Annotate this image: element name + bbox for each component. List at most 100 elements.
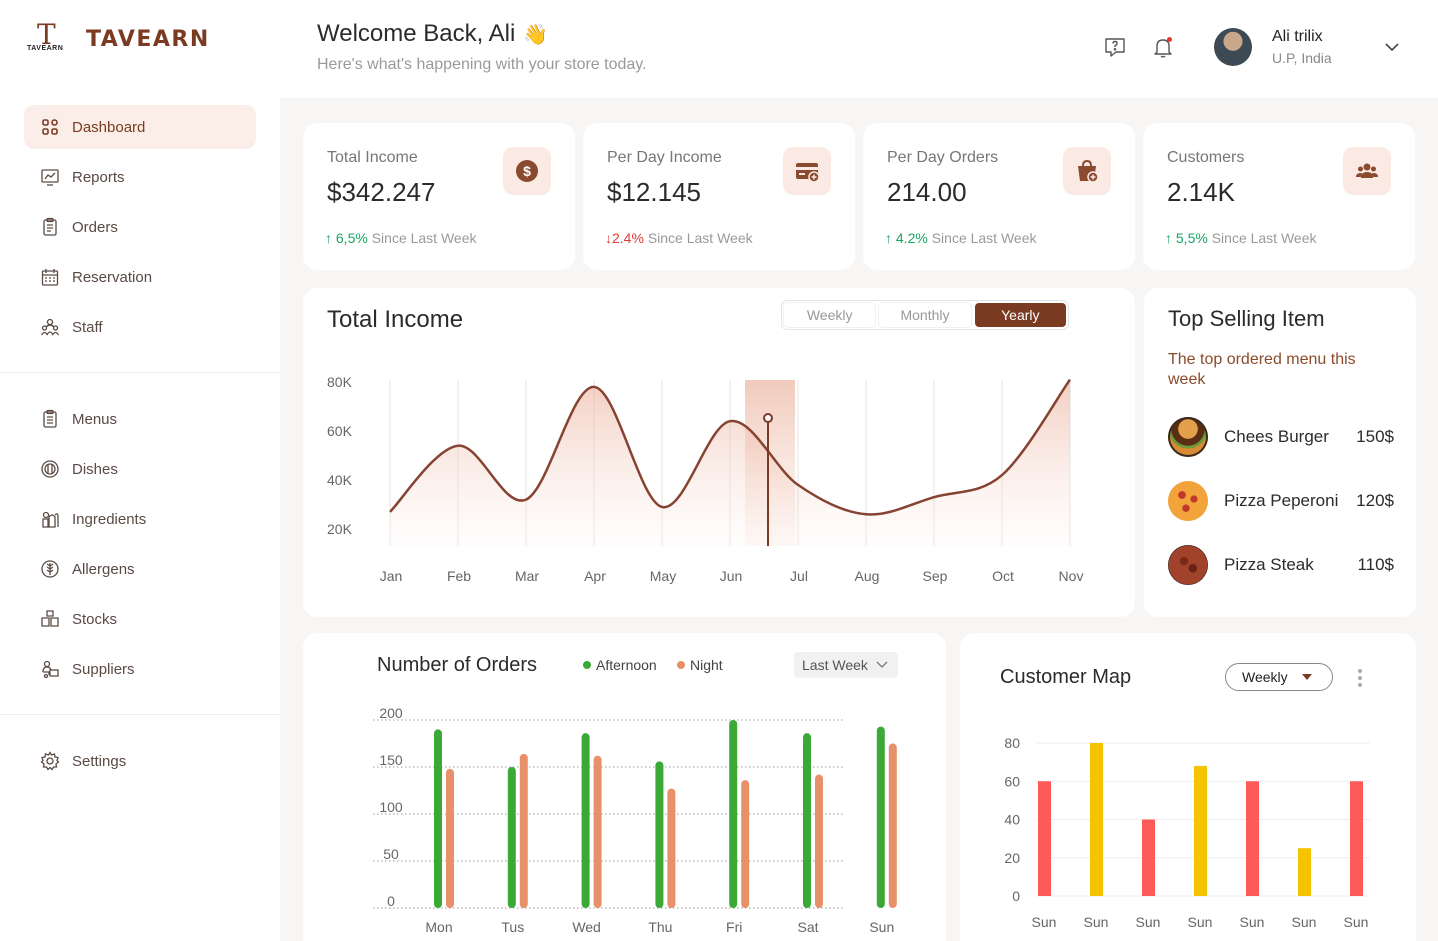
help-chat-icon[interactable] [1102, 34, 1128, 60]
sidebar-item-label: Staff [72, 318, 103, 336]
staff-icon [40, 317, 60, 337]
sidebar-item-stocks[interactable]: Stocks [24, 597, 256, 641]
sidebar-item-ingredients[interactable]: Ingredients [24, 497, 256, 541]
y-tick-label: 60K [327, 423, 353, 439]
nav-settings: Settings [24, 739, 256, 789]
night-bar [815, 774, 823, 908]
brand-logo[interactable]: T TAVEARN TAVEARN [27, 18, 210, 56]
stat-change: ↑ 4.2% Since Last Week [885, 230, 1037, 246]
stat-change-note: Since Last Week [371, 230, 477, 246]
sidebar: T TAVEARN TAVEARN Dashboard Reports Orde… [0, 0, 280, 941]
sidebar-item-reports[interactable]: Reports [24, 155, 256, 199]
item-price: 120$ [1356, 491, 1394, 510]
allergens-icon [40, 559, 60, 579]
stat-change-value: 6,5% [335, 230, 368, 246]
afternoon-bar [581, 733, 590, 908]
pizza-steak-image [1168, 545, 1208, 585]
stat-card-total-income: Total Income $342.247 ↑ 6,5% Since Last … [303, 123, 575, 270]
customer-bar [1246, 781, 1259, 896]
stat-value: $12.145 [607, 177, 701, 207]
y-tick-label: 50 [383, 846, 399, 862]
night-bar [593, 755, 602, 908]
sidebar-item-label: Dashboard [72, 118, 146, 136]
x-tick-label: Oct [992, 568, 1014, 584]
night-bar [446, 768, 454, 908]
customer-bar [1142, 819, 1155, 896]
bell-icon[interactable] [1150, 34, 1176, 60]
x-tick-label: Sun [1032, 914, 1057, 930]
x-tick-label: Sun [1240, 914, 1265, 930]
sidebar-item-dishes[interactable]: Dishes [24, 447, 256, 491]
x-tick-label: Mar [515, 568, 539, 584]
avatar[interactable] [1214, 28, 1252, 66]
x-tick-label: Sun [1136, 914, 1161, 930]
afternoon-bar [655, 761, 664, 908]
stat-change: ↓2.4% Since Last Week [605, 230, 753, 246]
list-item[interactable]: Chees Burger 150$ [1168, 416, 1394, 458]
stat-change-value: 5,5% [1175, 230, 1208, 246]
sidebar-item-orders[interactable]: Orders [24, 205, 256, 249]
page-title: Welcome Back, Ali 👋 [317, 20, 548, 48]
sidebar-item-dashboard[interactable]: Dashboard [24, 105, 256, 149]
y-tick-label: 40K [327, 472, 353, 488]
sidebar-item-label: Allergens [72, 560, 135, 578]
arrow-up-icon: ↑ [1165, 230, 1176, 246]
sidebar-item-menus[interactable]: Menus [24, 397, 256, 441]
stocks-boxes-icon [40, 609, 60, 629]
stat-card-per-day-orders: Per Day Orders 214.00 ↑ 4.2% Since Last … [863, 123, 1135, 270]
income-line-chart: 80K 60K 40K 20K Jan Feb Mar Apr May Jun Jul Aug Sep O… [327, 374, 1083, 584]
sidebar-item-label: Orders [72, 218, 118, 236]
sidebar-item-suppliers[interactable]: Suppliers [24, 647, 256, 691]
afternoon-bar [507, 767, 516, 908]
sidebar-item-label: Stocks [72, 610, 118, 628]
bag-add-icon [1063, 147, 1111, 195]
stat-change-note: Since Last Week [1211, 230, 1317, 246]
afternoon-bar [434, 729, 442, 908]
clipboard-icon [40, 217, 60, 237]
dashboard-grid-icon [40, 117, 60, 137]
dollar-icon: $ [503, 147, 551, 195]
y-tick-label: 0 [1012, 888, 1020, 904]
orders-panel: Number of Orders Afternoon Night Last We… [303, 633, 946, 941]
y-tick-label: 80 [1004, 735, 1020, 751]
logo-mark: T TAVEARN [27, 18, 71, 56]
customer-bar [1298, 848, 1311, 896]
top-header: Welcome Back, Ali 👋 Here's what's happeni… [280, 0, 1438, 98]
item-name: Pizza Peperoni [1224, 491, 1339, 510]
customer-bar [1194, 765, 1207, 896]
x-tick-label: Feb [447, 568, 471, 584]
y-tick-label: 0 [387, 893, 395, 909]
night-bar [667, 788, 676, 908]
sidebar-item-staff[interactable]: Staff [24, 305, 256, 349]
welcome-text: Welcome Back, Ali [317, 20, 516, 47]
x-tick-label: Tus [501, 919, 524, 935]
sidebar-item-settings[interactable]: Settings [24, 739, 256, 783]
x-tick-label: Jul [790, 568, 808, 584]
x-tick-label: Sep [923, 568, 948, 584]
sidebar-item-reservation[interactable]: Reservation [24, 255, 256, 299]
item-price: 110$ [1357, 555, 1394, 574]
afternoon-bar [876, 726, 885, 908]
chevron-down-icon[interactable] [1384, 40, 1400, 58]
list-item[interactable]: Pizza Steak 110$ [1168, 544, 1394, 586]
item-name: Pizza Steak [1224, 555, 1314, 574]
card-add-icon [783, 147, 831, 195]
afternoon-bar [729, 720, 738, 908]
orders-bar-chart: 200 150 100 50 0 Mon Tus Wed Thu Fri Sat Sun [373, 705, 897, 935]
stat-label: Per Day Orders [887, 149, 999, 166]
arrow-up-icon: ↑ [325, 230, 336, 246]
reports-icon [40, 167, 60, 187]
x-tick-label: Apr [584, 568, 606, 584]
list-item[interactable]: Pizza Peperoni 120$ [1168, 480, 1394, 522]
page-subtitle: Here's what's happening with your store … [317, 56, 647, 73]
sidebar-item-label: Settings [72, 752, 127, 770]
customer-bar [1090, 743, 1103, 896]
y-tick-label: 20K [327, 521, 353, 537]
top-selling-panel: Top Selling Item The top ordered menu th… [1144, 288, 1416, 617]
sidebar-divider [0, 372, 280, 373]
y-tick-label: 200 [379, 705, 403, 721]
dish-icon [40, 459, 60, 479]
sidebar-item-allergens[interactable]: Allergens [24, 547, 256, 591]
stat-card-per-day-income: Per Day Income $12.145 ↓2.4% Since Last … [583, 123, 855, 270]
afternoon-bar [803, 733, 811, 908]
